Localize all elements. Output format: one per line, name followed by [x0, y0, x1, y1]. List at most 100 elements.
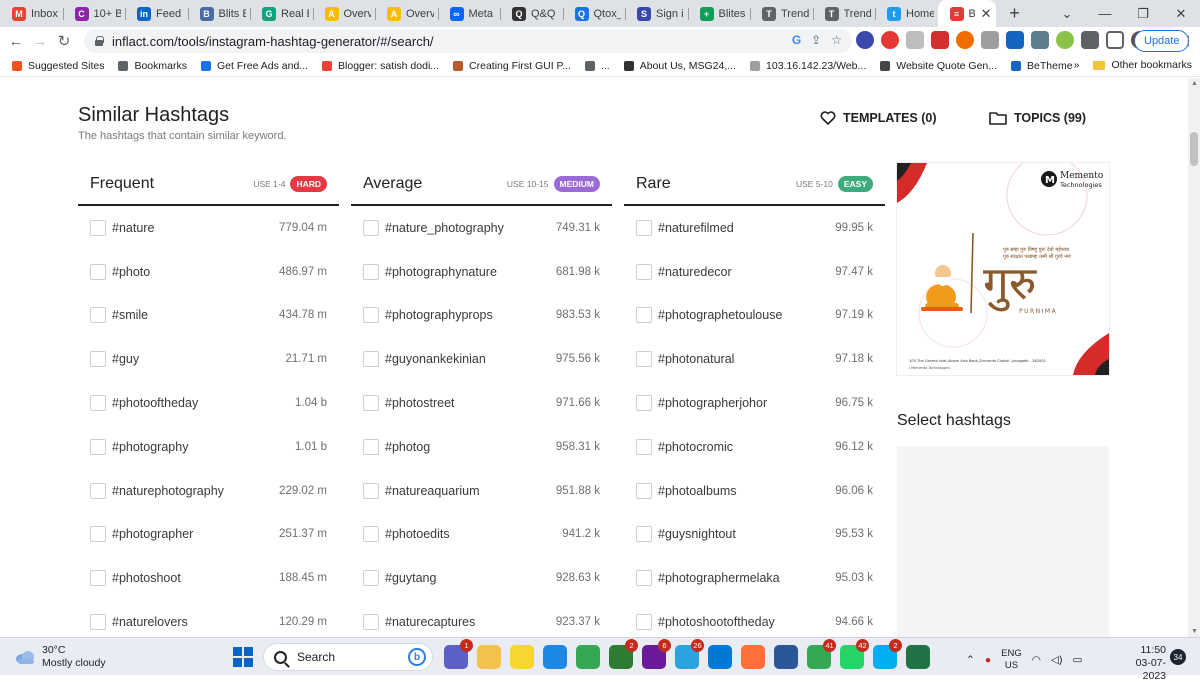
code-extension-icon[interactable] — [906, 31, 924, 49]
bookmark-item[interactable]: 103.16.142.23/Web... — [750, 60, 866, 72]
menu-kebab-icon[interactable]: ⋮ — [1182, 33, 1195, 49]
hashtag-checkbox[interactable] — [636, 438, 652, 455]
network-alert-icon[interactable]: ● — [985, 654, 991, 666]
bookmark-item[interactable]: Get Free Ads and... — [200, 60, 308, 72]
hashtag-row[interactable]: #guyonankekinian 975.56 k — [351, 337, 612, 381]
opera-extension-icon[interactable] — [881, 31, 899, 49]
other-bookmarks-folder[interactable]: Other bookmarks — [1093, 59, 1192, 71]
skype-icon[interactable]: 2 — [873, 639, 902, 669]
battery-icon[interactable]: ▭ — [1073, 654, 1083, 666]
bookmark-item[interactable]: BeTheme — [1011, 60, 1073, 72]
hashtag-row[interactable]: #natureaquarium 951.88 k — [351, 469, 612, 513]
chrome-icon[interactable] — [576, 645, 600, 669]
hashtag-row[interactable]: #photocromic 96.12 k — [624, 425, 885, 469]
hashtag-checkbox[interactable] — [90, 307, 106, 324]
shield-extension-icon[interactable] — [981, 31, 999, 49]
hashtag-checkbox[interactable] — [636, 482, 652, 499]
notification-count-badge[interactable]: 34 — [1170, 649, 1186, 665]
browser-tab[interactable]: t Home — [875, 0, 938, 27]
restore-button[interactable]: ❐ — [1124, 6, 1162, 22]
back-arrow-icon[interactable]: ← — [4, 33, 28, 50]
browser-tab[interactable]: M Inbox ( — [0, 0, 63, 27]
hashtag-checkbox[interactable] — [636, 395, 652, 412]
hashtag-checkbox[interactable] — [90, 482, 106, 499]
hashtag-row[interactable]: #photographyprops 983.53 k — [351, 294, 612, 338]
photos-icon[interactable] — [708, 645, 732, 669]
hashtag-row[interactable]: #photographermelaka 95.03 k — [624, 556, 885, 600]
hashtag-checkbox[interactable] — [90, 219, 106, 236]
browser-tab[interactable]: B Blits Es — [187, 0, 251, 27]
hashtag-checkbox[interactable] — [363, 614, 379, 631]
selected-hashtags-box[interactable] — [897, 446, 1109, 637]
excel-icon[interactable] — [906, 645, 930, 669]
bookmarks-overflow-button[interactable]: » — [1074, 59, 1080, 71]
chrome-profile-2-icon[interactable]: 6 — [642, 639, 671, 669]
hashtag-row[interactable]: #photonatural 97.18 k — [624, 337, 885, 381]
taskbar-clock[interactable]: 11:50 03-07-2023 — [1116, 644, 1166, 683]
browser-tab[interactable]: T TrendB — [750, 0, 813, 27]
hashtag-row[interactable]: #naturephotography 229.02 m — [78, 469, 339, 513]
bookmark-item[interactable]: Suggested Sites — [12, 60, 104, 72]
hashtag-checkbox[interactable] — [90, 351, 106, 368]
hashtag-row[interactable]: #photoedits 941.2 k — [351, 513, 612, 557]
grammarly-extension-icon[interactable] — [931, 31, 949, 49]
chrome-profile-3-icon[interactable]: 41 — [807, 639, 836, 669]
hashtag-checkbox[interactable] — [636, 219, 652, 236]
hashtag-checkbox[interactable] — [363, 438, 379, 455]
hashtag-row[interactable]: #photoshoot 188.45 m — [78, 556, 339, 600]
language-indicator[interactable]: ENG US — [1001, 648, 1022, 672]
forward-arrow-icon[interactable]: → — [28, 33, 52, 50]
hashtag-row[interactable]: #naturedecor 97.47 k — [624, 250, 885, 294]
hashtag-checkbox[interactable] — [363, 263, 379, 280]
bookmark-item[interactable]: Website Quote Gen... — [880, 60, 997, 72]
browser-tab[interactable]: + Blites E — [687, 0, 751, 27]
hashtag-checkbox[interactable] — [636, 307, 652, 324]
browser-tab[interactable]: A Overvie — [312, 0, 376, 27]
gear-extension-icon[interactable] — [956, 31, 974, 49]
weather-widget[interactable]: 30°C Mostly cloudy — [14, 644, 106, 670]
bookmark-item[interactable]: About Us, MSG24,... — [623, 60, 736, 72]
hashtag-row[interactable]: #naturefilmed 99.95 k — [624, 206, 885, 250]
hashtag-checkbox[interactable] — [90, 526, 106, 543]
hashtag-checkbox[interactable] — [90, 570, 106, 587]
windows-start-icon[interactable] — [233, 647, 253, 667]
taskbar-search[interactable]: Search b — [263, 643, 433, 671]
browser-tab[interactable]: Q Q&Q | — [500, 0, 563, 27]
promo-banner[interactable]: गुरु ब्रम्हा गुरु विष्णु गुरुः देवो महेश… — [897, 163, 1109, 375]
hashtag-checkbox[interactable] — [90, 263, 106, 280]
bookmark-star-icon[interactable]: ☆ — [831, 33, 842, 47]
scroll-up-icon[interactable]: ▲ — [1191, 80, 1198, 87]
templates-button[interactable]: TEMPLATES (0) — [820, 111, 937, 125]
hashtag-checkbox[interactable] — [636, 526, 652, 543]
meet-app-icon[interactable]: 1 — [444, 639, 473, 669]
telegram-icon[interactable]: 26 — [675, 639, 704, 669]
phone-extension-icon[interactable] — [1031, 31, 1049, 49]
hashtag-row[interactable]: #photography 1.01 b — [78, 425, 339, 469]
address-bar[interactable]: inflact.com/tools/instagram-hashtag-gene… — [84, 29, 852, 53]
browser-tab[interactable]: G Real Es — [250, 0, 313, 27]
hashtag-checkbox[interactable] — [363, 351, 379, 368]
hashtag-row[interactable]: #photostreet 971.66 k — [351, 381, 612, 425]
hashtag-row[interactable]: #guysnightout 95.53 k — [624, 513, 885, 557]
bookmark-item[interactable]: Creating First GUI P... — [453, 60, 571, 72]
hashtag-row[interactable]: #naturelovers 120.29 m — [78, 600, 339, 637]
whatsapp-icon[interactable]: 42 — [840, 639, 869, 669]
hashtag-checkbox[interactable] — [636, 614, 652, 631]
browser-tab[interactable]: S Sign in — [625, 0, 688, 27]
hashtag-row[interactable]: #nature 779.04 m — [78, 206, 339, 250]
vscode-icon[interactable] — [543, 645, 567, 669]
minimize-button[interactable]: — — [1086, 6, 1124, 21]
hashtag-row[interactable]: #naturecaptures 923.37 k — [351, 600, 612, 637]
hashtag-row[interactable]: #photoshootoftheday 94.66 k — [624, 600, 885, 637]
sidepanel-icon[interactable] — [1106, 31, 1124, 49]
puzzle-icon[interactable] — [1081, 31, 1099, 49]
close-tab-icon[interactable]: ✕ — [981, 6, 992, 22]
hashtag-row[interactable]: #photo 486.97 m — [78, 250, 339, 294]
hashtag-row[interactable]: #photooftheday 1.04 b — [78, 381, 339, 425]
tray-chevron-icon[interactable]: ⌃ — [966, 654, 975, 666]
hashtag-checkbox[interactable] — [636, 351, 652, 368]
wifi-icon[interactable]: ◠ — [1032, 654, 1041, 666]
hashtag-row[interactable]: #photographer 251.37 m — [78, 513, 339, 557]
reload-icon[interactable]: ↻ — [52, 32, 76, 50]
hashtag-checkbox[interactable] — [363, 570, 379, 587]
